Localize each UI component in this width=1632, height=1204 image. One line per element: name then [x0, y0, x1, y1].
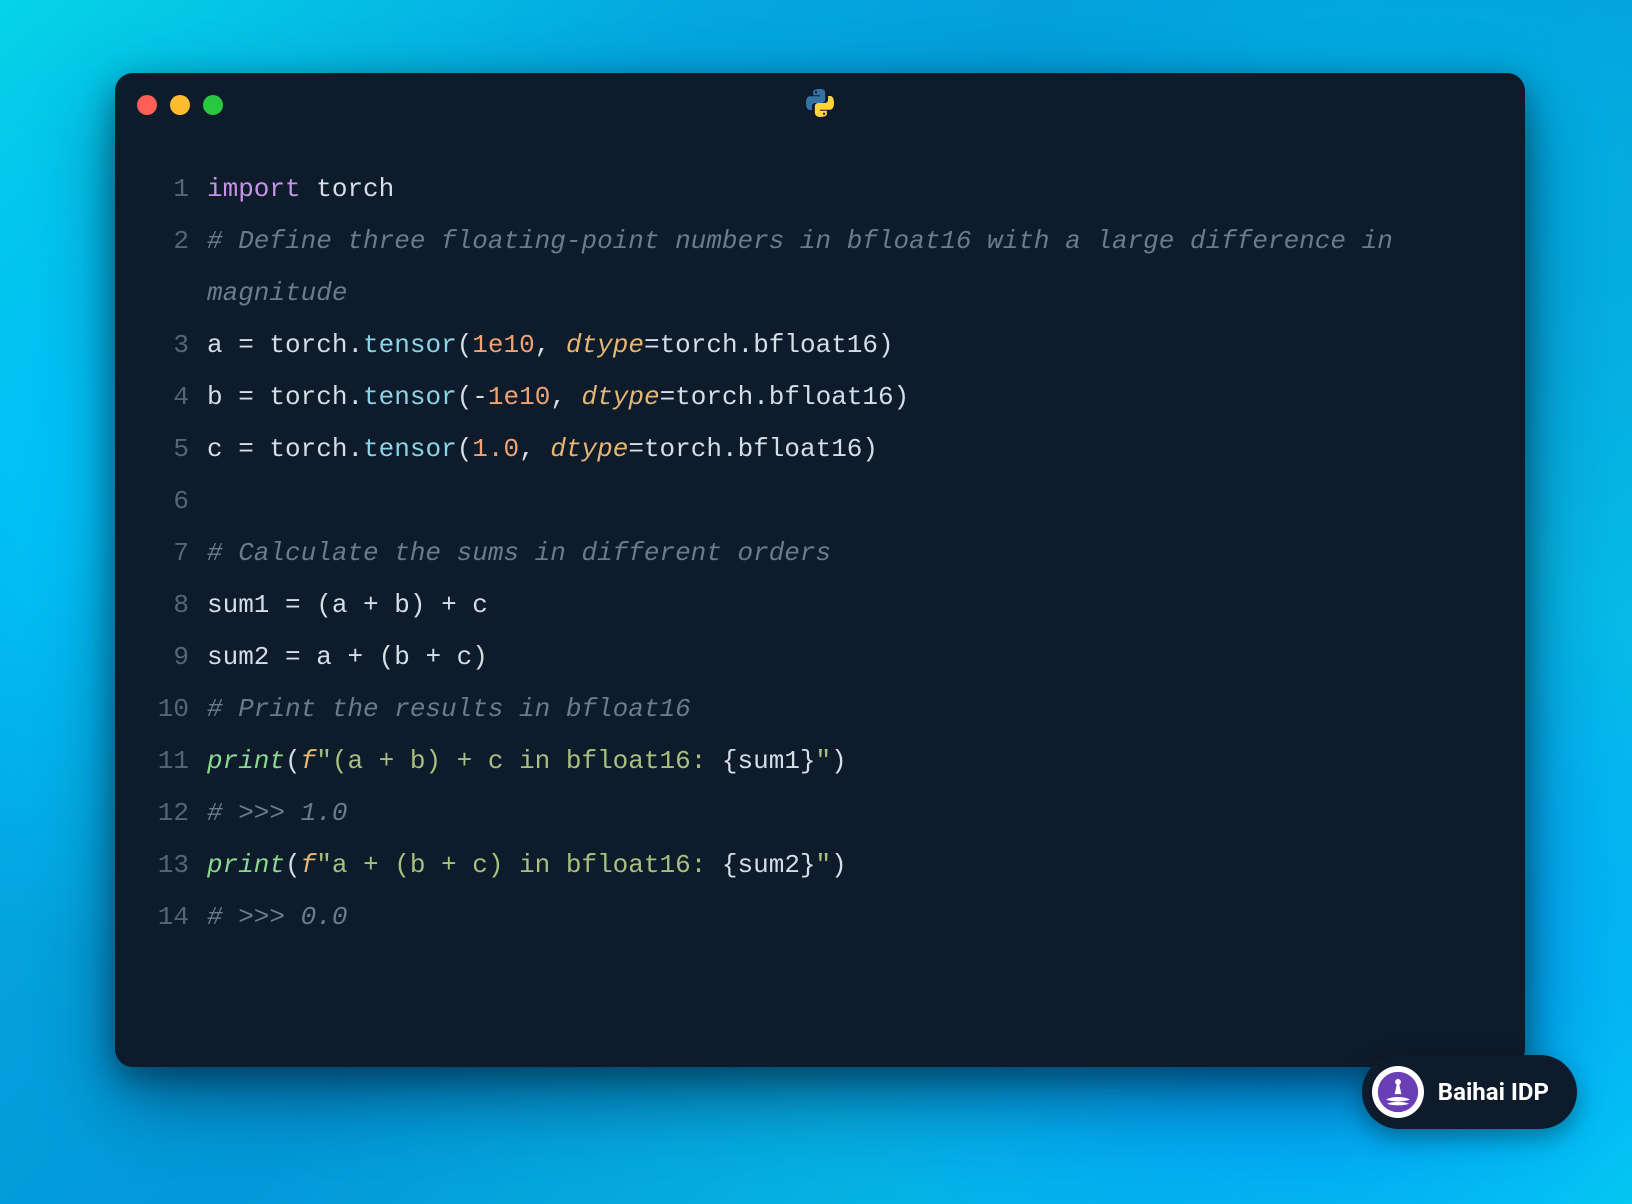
code-line: 11print(f"(a + b) + c in bfloat16: {sum1… — [145, 735, 1495, 787]
window-minimize-dot[interactable] — [170, 95, 190, 115]
line-number: 12 — [145, 787, 207, 839]
code-content: # >>> 0.0 — [207, 891, 1495, 943]
line-number: 1 — [145, 163, 207, 215]
watermark-badge: Baihai IDP — [1362, 1055, 1577, 1129]
code-content: # Calculate the sums in different orders — [207, 527, 1495, 579]
line-number: 5 — [145, 423, 207, 475]
code-line: 6 — [145, 475, 1495, 527]
python-icon — [806, 89, 834, 117]
line-number: 6 — [145, 475, 207, 527]
watermark-label: Baihai IDP — [1438, 1078, 1549, 1106]
window-maximize-dot[interactable] — [203, 95, 223, 115]
code-content: c = torch.tensor(1.0, dtype=torch.bfloat… — [207, 423, 1495, 475]
line-number: 10 — [145, 683, 207, 735]
code-area[interactable]: 1import torch2# Define three floating-po… — [115, 137, 1525, 1067]
background: 1import torch2# Define three floating-po… — [0, 0, 1632, 1204]
line-number: 2 — [145, 215, 207, 267]
traffic-lights — [137, 95, 223, 115]
line-number: 14 — [145, 891, 207, 943]
code-content: print(f"(a + b) + c in bfloat16: {sum1}"… — [207, 735, 1495, 787]
code-line: 7# Calculate the sums in different order… — [145, 527, 1495, 579]
line-number: 13 — [145, 839, 207, 891]
editor-window: 1import torch2# Define three floating-po… — [115, 73, 1525, 1067]
code-content: print(f"a + (b + c) in bfloat16: {sum2}"… — [207, 839, 1495, 891]
code-content: sum1 = (a + b) + c — [207, 579, 1495, 631]
code-content: # >>> 1.0 — [207, 787, 1495, 839]
code-line: 9sum2 = a + (b + c) — [145, 631, 1495, 683]
code-content: # Define three floating-point numbers in… — [207, 215, 1495, 319]
line-number: 9 — [145, 631, 207, 683]
line-number: 8 — [145, 579, 207, 631]
code-line: 1import torch — [145, 163, 1495, 215]
window-close-dot[interactable] — [137, 95, 157, 115]
code-line: 10# Print the results in bfloat16 — [145, 683, 1495, 735]
titlebar — [115, 73, 1525, 137]
code-line: 14# >>> 0.0 — [145, 891, 1495, 943]
watermark-logo-icon — [1372, 1066, 1424, 1118]
code-line: 12# >>> 1.0 — [145, 787, 1495, 839]
code-content: import torch — [207, 163, 1495, 215]
code-line: 3a = torch.tensor(1e10, dtype=torch.bflo… — [145, 319, 1495, 371]
code-content: # Print the results in bfloat16 — [207, 683, 1495, 735]
code-content: a = torch.tensor(1e10, dtype=torch.bfloa… — [207, 319, 1495, 371]
code-content: sum2 = a + (b + c) — [207, 631, 1495, 683]
line-number: 11 — [145, 735, 207, 787]
code-line: 5c = torch.tensor(1.0, dtype=torch.bfloa… — [145, 423, 1495, 475]
code-content: b = torch.tensor(-1e10, dtype=torch.bflo… — [207, 371, 1495, 423]
code-line: 13print(f"a + (b + c) in bfloat16: {sum2… — [145, 839, 1495, 891]
line-number: 4 — [145, 371, 207, 423]
code-line: 4b = torch.tensor(-1e10, dtype=torch.bfl… — [145, 371, 1495, 423]
line-number: 7 — [145, 527, 207, 579]
code-line: 8sum1 = (a + b) + c — [145, 579, 1495, 631]
code-line: 2# Define three floating-point numbers i… — [145, 215, 1495, 319]
line-number: 3 — [145, 319, 207, 371]
